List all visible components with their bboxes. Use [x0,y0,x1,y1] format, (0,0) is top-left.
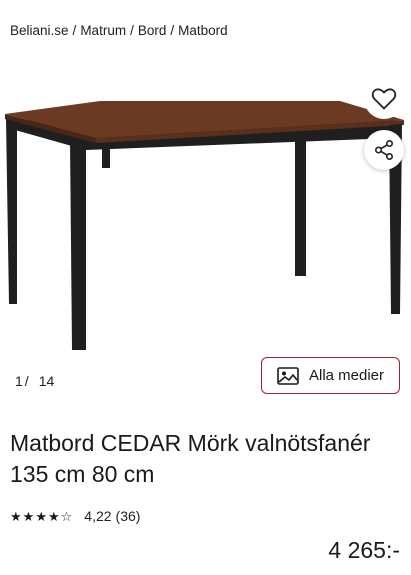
product-title: Matbord CEDAR Mörk valnötsfanér 135 cm 8… [10,430,371,487]
breadcrumb-item-matrum[interactable]: Matrum [80,23,126,38]
breadcrumb-item-bord[interactable]: Bord [138,23,167,38]
product-image[interactable] [0,60,411,360]
breadcrumb-item-home[interactable]: Beliani.se [10,23,69,38]
image-icon [277,366,299,385]
breadcrumb-item-matbord[interactable]: Matbord [178,23,228,38]
gallery-counter-separator: / [24,373,29,389]
rating-count: (36) [115,508,141,524]
star-filled-icon: ★ [22,508,35,524]
favorite-button[interactable] [364,79,404,119]
breadcrumb-separator: / [170,23,175,38]
product-rating[interactable]: ★ ★ ★ ★ ☆ 4,22 (36) [10,508,140,524]
gallery-counter: 1/ 14 [15,373,54,389]
all-media-button[interactable]: Alla medier [261,357,400,394]
star-filled-icon: ★ [47,508,60,524]
rating-stars: ★ ★ ★ ★ ☆ [10,510,72,523]
dining-table-illustration [5,101,404,350]
rating-value: 4,22 [84,508,112,524]
share-button[interactable] [364,130,404,170]
breadcrumb-separator: / [130,23,134,38]
gallery-current: 1 [15,373,23,389]
share-icon [374,139,394,161]
star-filled-icon: ★ [10,508,22,524]
product-price: 4 265:- [328,537,400,563]
gallery-total: 14 [38,373,55,389]
star-filled-icon: ★ [35,508,47,524]
all-media-label: Alla medier [308,367,385,384]
heart-icon [371,88,397,110]
breadcrumb-separator: / [72,23,77,38]
star-empty-icon: ☆ [60,508,73,524]
breadcrumb: Beliani.se / Matrum / Bord / Matbord [10,23,228,38]
